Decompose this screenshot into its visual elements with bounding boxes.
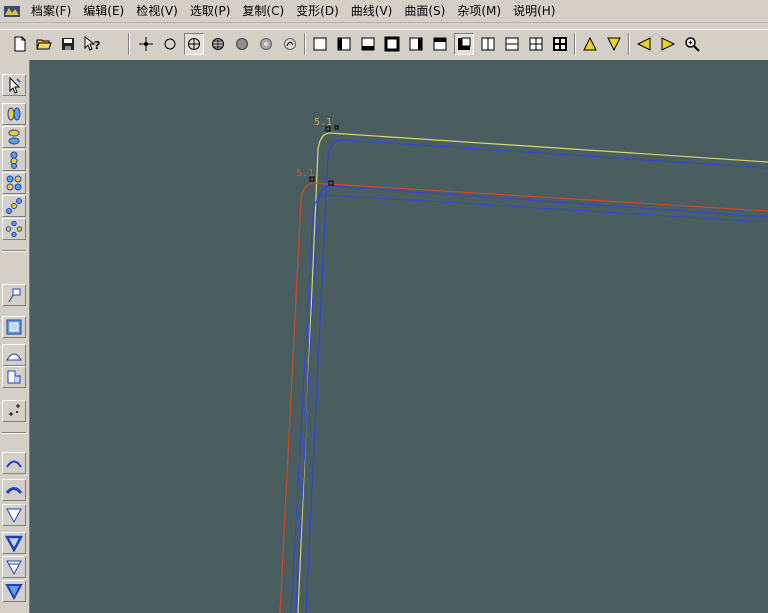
- help-cursor-icon[interactable]: ?: [82, 33, 102, 55]
- left-toolbar-separator: [2, 432, 26, 434]
- view-split-v-icon[interactable]: [478, 33, 498, 55]
- zoom-icon[interactable]: [682, 33, 702, 55]
- filled-circle-icon[interactable]: [232, 33, 252, 55]
- pick-ring-icon[interactable]: [2, 218, 26, 240]
- funnel-icon[interactable]: [2, 504, 26, 526]
- open-folder-icon[interactable]: [34, 33, 54, 55]
- lower-blue-top-edge: [329, 185, 768, 218]
- crosshair-circle-icon[interactable]: [184, 33, 204, 55]
- view-split-h-icon[interactable]: [502, 33, 522, 55]
- view-left-icon[interactable]: [334, 33, 354, 55]
- menu-view[interactable]: 检视(V): [130, 0, 184, 22]
- arrow-up-icon[interactable]: [580, 33, 600, 55]
- upper-blue-curve: [305, 139, 344, 613]
- main-toolbar: ?: [0, 29, 768, 61]
- app-logo-icon: [4, 6, 20, 17]
- view-right-icon[interactable]: [406, 33, 426, 55]
- new-file-icon[interactable]: [10, 33, 30, 55]
- toolbar-separator: [128, 33, 130, 55]
- view-quad-icon[interactable]: [526, 33, 546, 55]
- triangle-outline-icon[interactable]: [2, 344, 26, 366]
- funnel-2-icon[interactable]: [2, 556, 26, 578]
- upper-yellow-top-edge: [329, 132, 768, 163]
- menu-transform[interactable]: 变形(D): [290, 0, 345, 22]
- inner-blue-top-edge: [325, 194, 768, 223]
- upper-control-marker-2: [334, 125, 339, 130]
- curve-circle-icon[interactable]: [280, 33, 300, 55]
- toolbar-separator: [628, 33, 630, 55]
- view-bottom-icon[interactable]: [358, 33, 378, 55]
- select-pointer-icon[interactable]: [2, 74, 26, 96]
- upper-curve-label: 5.1: [314, 117, 333, 128]
- menu-help[interactable]: 说明(H): [507, 0, 561, 22]
- modeling-viewport[interactable]: 5.1 5.1: [30, 60, 768, 613]
- grid-circle-icon[interactable]: [208, 33, 228, 55]
- menu-surface[interactable]: 曲面(S): [398, 0, 451, 22]
- view-full-icon[interactable]: [310, 33, 330, 55]
- menu-edit[interactable]: 编辑(E): [77, 0, 130, 22]
- menu-select[interactable]: 选取(P): [184, 0, 237, 22]
- left-toolbar: [0, 60, 30, 613]
- toolbar-separator: [304, 33, 306, 55]
- view-quad-bold-icon[interactable]: [550, 33, 570, 55]
- menu-curve[interactable]: 曲线(V): [345, 0, 399, 22]
- svg-text:?: ?: [94, 39, 100, 52]
- view-top-icon[interactable]: [430, 33, 450, 55]
- pick-stack-icon[interactable]: [2, 126, 26, 148]
- pick-diagonal-icon[interactable]: [2, 195, 26, 217]
- arch-up-icon[interactable]: [2, 452, 26, 474]
- pick-stack-2-icon[interactable]: [2, 149, 26, 171]
- left-toolbar-separator: [2, 250, 26, 252]
- lower-red-top-edge: [312, 182, 768, 212]
- dotted-circle-icon[interactable]: [256, 33, 276, 55]
- funnel-bold-icon[interactable]: [2, 532, 26, 554]
- tab-shape-icon[interactable]: [2, 366, 26, 388]
- menu-misc[interactable]: 杂项(M): [451, 0, 507, 22]
- menu-copy[interactable]: 复制(C): [236, 0, 290, 22]
- pick-grid-icon[interactable]: [2, 172, 26, 194]
- lower-curve-label: 5.1: [296, 168, 315, 179]
- menu-file[interactable]: 档案(F): [25, 0, 77, 22]
- pick-ovals-icon[interactable]: [2, 103, 26, 125]
- box-select-icon[interactable]: [2, 316, 26, 338]
- arrow-right-icon[interactable]: [658, 33, 678, 55]
- sparkle-points-icon[interactable]: [2, 400, 26, 422]
- arch-down-icon[interactable]: [2, 479, 26, 501]
- view-corner-icon[interactable]: [454, 33, 474, 55]
- view-frame-icon[interactable]: [382, 33, 402, 55]
- toolbar-separator: [574, 33, 576, 55]
- viewport-canvas[interactable]: [30, 60, 768, 613]
- arrow-down-icon[interactable]: [604, 33, 624, 55]
- point-snap-icon[interactable]: [136, 33, 156, 55]
- arrow-left-icon[interactable]: [634, 33, 654, 55]
- menu-bar: 档案(F) 编辑(E) 检视(V) 选取(P) 复制(C) 变形(D) 曲线(V…: [0, 0, 768, 23]
- flag-icon[interactable]: [2, 284, 26, 306]
- upper-blue-top-edge: [342, 139, 768, 169]
- funnel-3-icon[interactable]: [2, 580, 26, 602]
- save-icon[interactable]: [58, 33, 78, 55]
- circle-snap-icon[interactable]: [160, 33, 180, 55]
